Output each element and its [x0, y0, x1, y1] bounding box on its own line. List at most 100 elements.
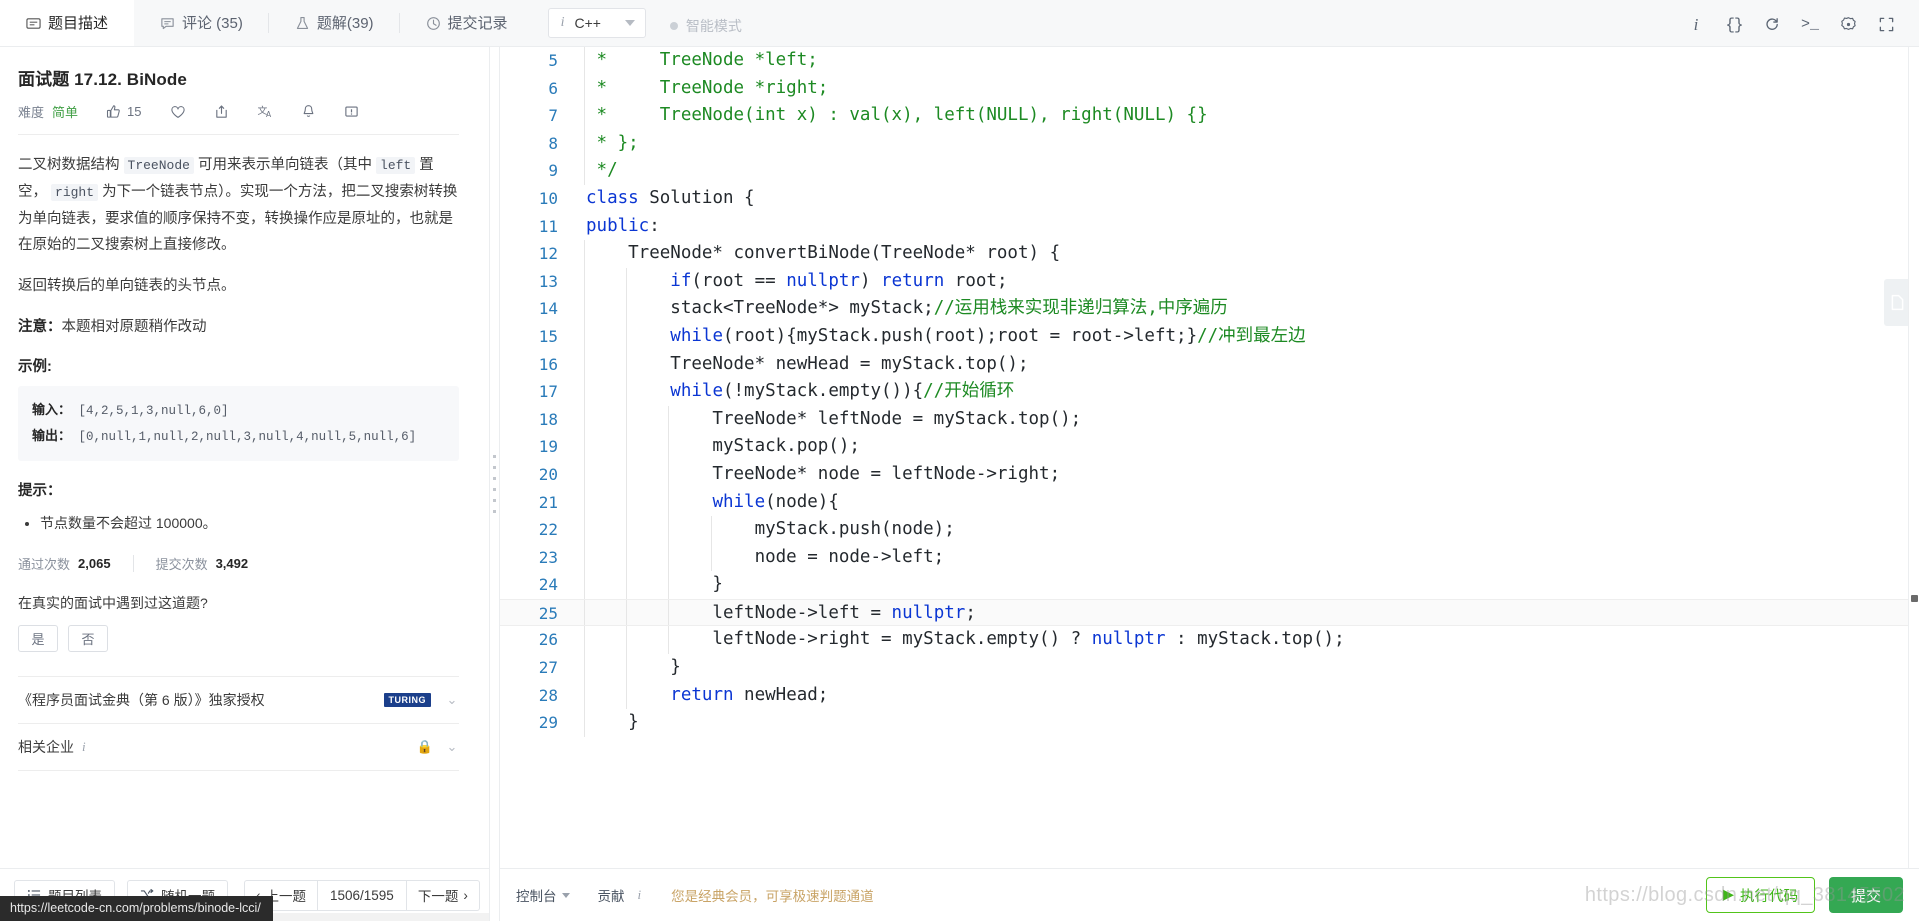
- tab-label: 评论 (35): [182, 14, 243, 32]
- indent-guide: [626, 350, 628, 379]
- svg-text:A: A: [265, 110, 271, 119]
- copyright-row[interactable]: 《程序员面试金典（第 6 版）》独家授权 TURING ⌄: [18, 676, 459, 723]
- answer-no-button[interactable]: 否: [68, 625, 108, 653]
- chevron-down-icon: [624, 20, 635, 26]
- code-line[interactable]: 12 TreeNode* convertBiNode(TreeNode* roo…: [500, 240, 1919, 268]
- share-button[interactable]: [214, 104, 229, 119]
- problem-meta-row: 难度 简单 15 文 A: [18, 102, 459, 121]
- contribute-info-icon: i: [637, 887, 642, 902]
- tab-comments[interactable]: 评论 (35): [134, 0, 269, 46]
- code-line[interactable]: 22 myStack.push(node);: [500, 516, 1919, 544]
- run-code-label: 执行代码: [1739, 888, 1798, 905]
- indent-guide: [668, 488, 670, 517]
- settings-gear-icon[interactable]: [1829, 5, 1867, 45]
- code-line[interactable]: 9 */: [500, 157, 1919, 185]
- indent-guide: [584, 129, 585, 158]
- smart-mode-dot-icon: [669, 22, 678, 30]
- next-problem-button[interactable]: 下一题 ›: [406, 879, 480, 911]
- code-editor[interactable]: 5 * TreeNode *left; 6 * TreeNode *right; 7…: [500, 47, 1919, 868]
- code-line[interactable]: 26 leftNode->right = myStack.empty() ? n…: [500, 626, 1919, 655]
- splitter-grip-icon: [493, 455, 496, 513]
- code-text: TreeNode* node = leftNode->right;: [586, 463, 1061, 484]
- code-line[interactable]: 17 while(!myStack.empty()){//开始循环: [500, 378, 1919, 406]
- code-line[interactable]: 6 * TreeNode *right;: [500, 74, 1919, 103]
- accepted-value: 2,065: [78, 556, 111, 572]
- next-problem-label: 下一题: [417, 889, 459, 904]
- code-text: leftNode->right = myStack.empty() ? null…: [586, 629, 1345, 650]
- translate-button[interactable]: 文A: [257, 104, 273, 120]
- desc-text-a: 二叉树数据结构: [18, 157, 124, 173]
- code-line[interactable]: 19 myStack.pop();: [500, 433, 1919, 461]
- panel-splitter[interactable]: [489, 47, 500, 921]
- example-input-line: 输入： [4,2,5,1,3,null,6,0]: [32, 397, 445, 423]
- tab-submissions[interactable]: 提交记录: [400, 0, 534, 46]
- code-line[interactable]: 5 * TreeNode *left;: [500, 47, 1919, 75]
- code-line[interactable]: 14 stack<TreeNode*> myStack;//运用栈来实现非递归算…: [500, 295, 1919, 323]
- scrollbar-thumb[interactable]: [1911, 595, 1918, 602]
- code-line[interactable]: 21 while(node){: [500, 488, 1919, 517]
- line-number: 29: [538, 713, 558, 733]
- indent-guide: [626, 516, 628, 544]
- companies-info-icon: i: [82, 739, 86, 755]
- companies-row[interactable]: 相关企业 i 🔒 ⌄: [18, 723, 459, 770]
- code-editor-panel: 5 * TreeNode *left; 6 * TreeNode *right; 7…: [500, 47, 1919, 921]
- code-line[interactable]: 28 return newHead;: [500, 681, 1919, 710]
- code-line[interactable]: 20 TreeNode* node = leftNode->right;: [500, 460, 1919, 489]
- indent-guide: [626, 460, 628, 489]
- console-toggle[interactable]: 控制台: [516, 885, 570, 905]
- code-line[interactable]: 16 TreeNode* newHead = myStack.top();: [500, 350, 1919, 379]
- code-line[interactable]: 13 if(root == nullptr) return root;: [500, 267, 1919, 296]
- notes-tab-button[interactable]: [1884, 279, 1911, 326]
- smart-mode-toggle[interactable]: 智能模式: [669, 10, 742, 36]
- code-line[interactable]: 25 leftNode->left = nullptr;: [500, 598, 1919, 627]
- example-output-line: 输出： [0,null,1,null,2,null,3,null,4,null,…: [32, 423, 445, 449]
- code-text: * TreeNode *right;: [586, 77, 829, 98]
- console-icon[interactable]: >_: [1791, 5, 1829, 45]
- problem-content-scroll[interactable]: 面试题 17.12. BiNode 难度 简单 15 文 A 二叉树数据结构 T…: [0, 47, 489, 868]
- thumbs-up-icon: [106, 104, 121, 119]
- run-code-button[interactable]: ▶ 执行代码: [1705, 877, 1815, 913]
- accepted-label: 通过次数: [18, 557, 71, 573]
- code-line[interactable]: 10 class Solution {: [500, 185, 1919, 213]
- tab-problem-description[interactable]: 题目描述: [0, 0, 135, 46]
- line-number: 19: [538, 437, 558, 457]
- play-icon: ▶: [1722, 887, 1734, 903]
- fullscreen-icon[interactable]: [1867, 5, 1905, 45]
- code-line[interactable]: 29 }: [500, 709, 1919, 737]
- format-braces-icon[interactable]: {}: [1715, 5, 1753, 45]
- code-line[interactable]: 7 * TreeNode(int x) : val(x), left(NULL)…: [500, 102, 1919, 130]
- code-line[interactable]: 15 while(root){myStack.push(root);root =…: [500, 322, 1919, 351]
- page-title: 面试题 17.12. BiNode: [18, 70, 187, 89]
- hint-list: 节点数量不会超过 100000。: [18, 510, 459, 537]
- code-line[interactable]: 24 }: [500, 571, 1919, 599]
- line-number: 25: [538, 603, 558, 623]
- editor-vertical-scrollbar[interactable]: [1908, 47, 1919, 868]
- line-number: 15: [538, 326, 558, 346]
- line-number: 26: [538, 630, 558, 650]
- bell-icon: [301, 104, 316, 119]
- tab-solutions[interactable]: 题解(39): [269, 0, 400, 46]
- code-text: }: [586, 574, 723, 595]
- code-line[interactable]: 18 TreeNode* leftNode = myStack.top();: [500, 405, 1919, 434]
- code-line[interactable]: 27 }: [500, 654, 1919, 682]
- code-line[interactable]: 23 node = node->left;: [500, 543, 1919, 572]
- feedback-button[interactable]: [344, 104, 359, 119]
- code-line[interactable]: 11 public:: [500, 213, 1919, 241]
- submit-button[interactable]: 提交: [1828, 877, 1903, 913]
- favorite-button[interactable]: [170, 104, 186, 120]
- notification-button[interactable]: [301, 104, 316, 119]
- like-button[interactable]: 15: [106, 104, 142, 119]
- indent-guide: [626, 295, 628, 323]
- problem-panel: 面试题 17.12. BiNode 难度 简单 15 文 A 二叉树数据结构 T…: [0, 47, 489, 921]
- answer-yes-button[interactable]: 是: [18, 625, 58, 653]
- line-number: 20: [538, 464, 558, 484]
- line-number: 21: [538, 492, 558, 512]
- reset-icon[interactable]: [1753, 5, 1791, 45]
- code-text: myStack.pop();: [586, 436, 860, 457]
- interview-question-label: 在真实的面试中遇到过这道题?: [18, 595, 208, 612]
- status-bar-url: https://leetcode-cn.com/problems/binode-…: [0, 896, 273, 921]
- code-line[interactable]: 8 * };: [500, 129, 1919, 158]
- contribute-button[interactable]: 贡献 i: [598, 885, 642, 905]
- info-icon[interactable]: i: [1677, 5, 1715, 45]
- language-select[interactable]: i C++: [547, 8, 646, 38]
